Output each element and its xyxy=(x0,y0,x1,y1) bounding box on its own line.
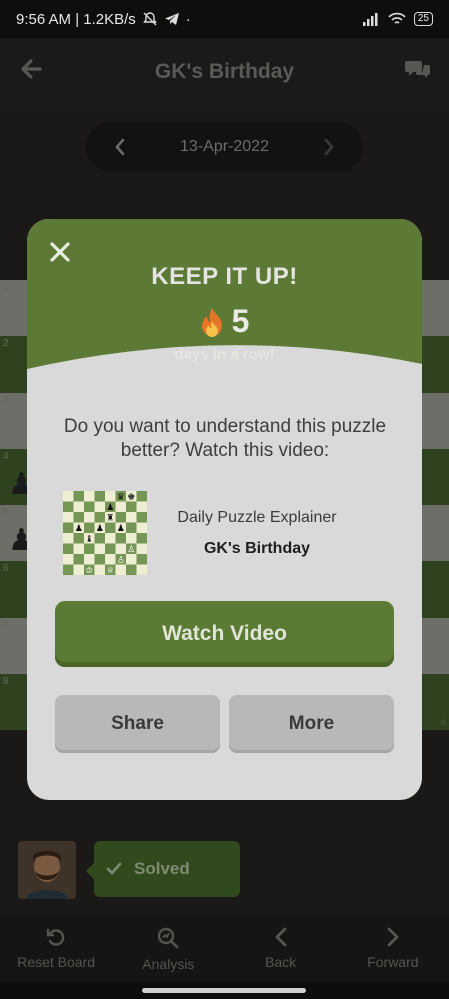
rank-number: 8 xyxy=(3,675,9,687)
signal-icon xyxy=(362,13,378,26)
video-prompt: Do you want to understand this puzzle be… xyxy=(63,416,387,461)
mute-bell-icon xyxy=(142,12,157,26)
date-selector: 13-Apr-2022 xyxy=(86,122,363,172)
chat-bubbles-icon[interactable] xyxy=(405,58,431,80)
streak-count: 5 xyxy=(231,303,250,339)
share-button[interactable]: Share xyxy=(55,695,220,753)
player-avatar-icon xyxy=(18,841,76,899)
nav-reset-board[interactable]: Reset Board xyxy=(0,916,112,982)
telegram-icon xyxy=(164,13,179,25)
rank-number: 5 xyxy=(3,507,9,518)
rank-number: 7 xyxy=(3,619,9,631)
more-button[interactable]: More xyxy=(229,695,394,753)
page-title: GK's Birthday xyxy=(154,60,295,83)
thumbnail-piece: ♟ xyxy=(117,523,125,533)
wifi-icon xyxy=(388,12,406,24)
battery-indicator: 25 xyxy=(413,12,433,26)
avatar xyxy=(18,841,76,899)
app-bar: GK's Birthday xyxy=(0,38,449,106)
solved-badge: Solved xyxy=(86,841,240,897)
video-title: GK's Birthday xyxy=(203,540,311,557)
close-icon[interactable] xyxy=(47,239,73,265)
rank-number: 1 xyxy=(3,282,9,293)
bottom-nav: Reset Board Analysis Back Forward xyxy=(0,916,449,982)
reset-icon xyxy=(46,929,65,946)
thumbnail-piece: ♕ xyxy=(106,565,114,575)
thumbnail-piece: ♙ xyxy=(117,555,125,565)
streak-modal: KEEP IT UP! 5 days in a row! Do you want… xyxy=(27,219,422,800)
thumbnail-piece: ♔ xyxy=(85,565,93,575)
status-time: 9:56 AM | 1.2KB/s xyxy=(16,10,136,28)
thumbnail-piece: ♟ xyxy=(96,523,104,533)
thumbnail-piece: ♛ xyxy=(117,492,125,502)
chevron-right-icon xyxy=(387,927,399,947)
rank-number: 6 xyxy=(3,563,9,575)
chevron-left-icon[interactable] xyxy=(114,138,126,156)
nav-label: Forward xyxy=(367,954,419,970)
arrow-left-icon[interactable] xyxy=(18,56,44,82)
thumbnail-piece: ♚ xyxy=(127,492,135,502)
nav-back[interactable]: Back xyxy=(225,916,337,982)
analysis-icon xyxy=(158,927,179,949)
nav-label: Analysis xyxy=(142,956,195,972)
thumbnail-piece: ♝ xyxy=(85,534,93,544)
streak-counter: 5 xyxy=(27,303,422,340)
chevron-left-icon xyxy=(274,927,287,947)
fire-icon xyxy=(201,307,222,337)
modal-headline: KEEP IT UP! xyxy=(151,263,298,290)
status-bar: 9:56 AM | 1.2KB/s · 25 xyxy=(0,0,449,38)
nav-label: Back xyxy=(265,954,297,970)
video-subtitle: Daily Puzzle Explainer xyxy=(177,509,337,526)
check-icon xyxy=(106,862,122,875)
nav-label: Reset Board xyxy=(17,954,96,970)
rank-number: 3 xyxy=(3,394,9,406)
nav-forward[interactable]: Forward xyxy=(337,916,449,982)
status-dot: · xyxy=(185,10,191,28)
date-label: 13-Apr-2022 xyxy=(180,138,269,155)
chevron-right-icon[interactable] xyxy=(323,138,335,156)
thumbnail-piece: ♟ xyxy=(75,523,83,533)
thumbnail-piece: ♟ xyxy=(106,502,114,512)
rank-number: 2 xyxy=(3,338,9,350)
thumbnail-piece: ♜ xyxy=(106,513,114,523)
puzzle-thumbnail[interactable]: ♛ ♚♟♜♟ ♟ ♟♝♙♙♔ ♕ xyxy=(63,491,147,575)
home-indicator[interactable] xyxy=(142,988,306,993)
rank-number: 4 xyxy=(3,450,9,462)
file-label: a xyxy=(440,717,446,728)
streak-label: days in a row! xyxy=(174,346,275,363)
solved-label: Solved xyxy=(134,859,190,878)
thumbnail-piece: ♙ xyxy=(127,544,135,554)
watch-video-button[interactable]: Watch Video xyxy=(55,601,394,667)
nav-analysis[interactable]: Analysis xyxy=(112,916,224,982)
